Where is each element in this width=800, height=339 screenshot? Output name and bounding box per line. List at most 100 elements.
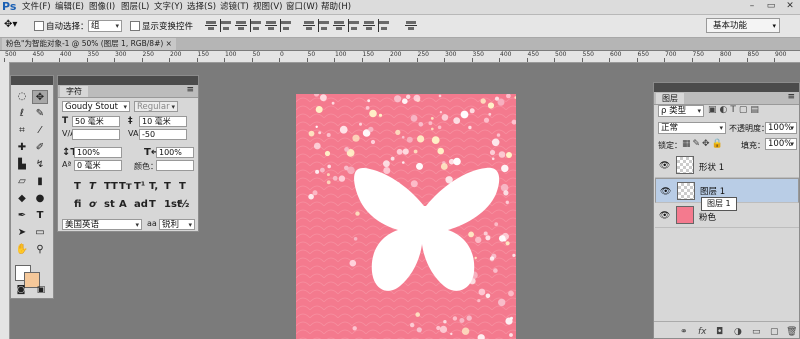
visibility-eye-icon[interactable]: 👁 [659, 161, 670, 171]
blend-mode-select[interactable]: 正常 ▾ [658, 122, 726, 134]
antialias-select[interactable]: 锐利 ▾ [159, 219, 195, 230]
layer-filter-select[interactable]: ρ 类型 ▾ [658, 105, 704, 117]
tab-character[interactable]: 字符 [60, 86, 88, 97]
visibility-eye-icon[interactable]: 👁 [659, 211, 670, 221]
menu-image[interactable]: 图像(I) [89, 0, 115, 14]
horizontal-scale-input[interactable]: 100% [156, 147, 194, 158]
opentype-button[interactable]: A [119, 199, 127, 210]
align-icon[interactable] [348, 19, 360, 32]
font-family-select[interactable]: Goudy Stout ▾ [62, 101, 130, 112]
adjustment-icon[interactable]: ◑ [734, 327, 742, 337]
align-icon[interactable] [205, 19, 217, 32]
clone-stamp-icon[interactable]: ▙ [14, 158, 30, 172]
crop-tool-icon[interactable]: ⌗ [14, 124, 30, 138]
close-icon[interactable]: ✕ [782, 1, 798, 12]
dodge-tool-icon[interactable]: ● [32, 192, 48, 206]
menu-window[interactable]: 窗口(W) [286, 0, 318, 14]
healing-brush-icon[interactable]: ✚ [14, 141, 30, 155]
opentype-button[interactable]: ơ [89, 199, 96, 210]
fx-icon[interactable]: fx [698, 327, 707, 337]
eyedropper-icon[interactable]: ⁄ [32, 124, 48, 138]
align-icon[interactable] [220, 19, 232, 32]
type-style-button[interactable]: T [89, 181, 96, 192]
move-tool-icon[interactable]: ✥ [32, 90, 48, 104]
font-size-input[interactable]: 50 毫米 [72, 116, 120, 127]
link-icon[interactable]: ⚭ [680, 327, 688, 337]
auto-select-dropdown[interactable]: 组 ▾ [88, 20, 122, 32]
document-canvas[interactable] [296, 94, 516, 339]
quick-select-icon[interactable]: ✎ [32, 107, 48, 121]
zoom-tool-icon[interactable]: ⚲ [32, 243, 48, 257]
panel-menu-icon[interactable]: ≡ [787, 92, 795, 102]
lock-icons[interactable]: ▦✎✥🔒 [682, 139, 725, 149]
blur-tool-icon[interactable]: ◆ [14, 192, 30, 206]
gradient-tool-icon[interactable]: ▮ [32, 175, 48, 189]
workspace-switcher[interactable]: 基本功能 ▾ [706, 18, 780, 33]
brush-tool-icon[interactable]: ✐ [32, 141, 48, 155]
opentype-button[interactable]: T [149, 199, 156, 210]
type-style-button[interactable]: TT [104, 181, 118, 192]
menu-select[interactable]: 选择(S) [187, 0, 216, 14]
text-color-swatch[interactable] [156, 160, 194, 171]
screen-mode-icon[interactable]: ▣ [33, 283, 49, 297]
kerning-input[interactable] [72, 129, 120, 140]
auto-select-checkbox[interactable] [34, 21, 44, 31]
quick-mask-icon[interactable]: ◙ [13, 283, 29, 297]
align-icon[interactable] [250, 19, 262, 32]
shape-tool-icon[interactable]: ▭ [32, 226, 48, 240]
filter-icons[interactable]: ▣◐T▢▤ [708, 105, 762, 115]
lasso-tool-icon[interactable]: ℓ [14, 107, 30, 121]
maximize-icon[interactable]: ▭ [763, 1, 779, 12]
opentype-button[interactable]: ½ [179, 199, 189, 210]
align-icon[interactable] [363, 19, 375, 32]
opentype-button[interactable]: st [104, 199, 115, 210]
align-icon[interactable] [235, 19, 247, 32]
baseline-shift-input[interactable]: 0 毫米 [74, 160, 122, 171]
type-tool-icon[interactable]: T [32, 209, 48, 223]
menu-file[interactable]: 文件(F) [22, 0, 51, 14]
opentype-button[interactable]: ad [134, 199, 148, 210]
leading-input[interactable]: 10 毫米 [139, 116, 187, 127]
type-style-button[interactable]: T [179, 181, 186, 192]
tab-layers[interactable]: 图层 [656, 93, 684, 104]
pen-tool-icon[interactable]: ✒ [14, 209, 30, 223]
eraser-tool-icon[interactable]: ▱ [14, 175, 30, 189]
layer-row-shape[interactable]: 👁 形状 1 [655, 153, 799, 178]
document-tab[interactable]: 粉色"为智能对象-1 @ 50% (图层 1, RGB/8#) × [2, 38, 176, 50]
type-style-button[interactable]: Tт [119, 181, 132, 192]
menu-type[interactable]: 文字(Y) [154, 0, 183, 14]
menu-edit[interactable]: 编辑(E) [55, 0, 84, 14]
panel-menu-icon[interactable]: ≡ [186, 85, 194, 95]
menu-filter[interactable]: 滤镜(T) [220, 0, 249, 14]
align-icon[interactable] [405, 19, 417, 32]
history-brush-icon[interactable]: ↯ [32, 158, 48, 172]
type-style-button[interactable]: T [74, 181, 81, 192]
menu-view[interactable]: 视图(V) [253, 0, 282, 14]
opacity-input[interactable]: 100% ▾ [765, 122, 797, 134]
show-transform-checkbox[interactable] [130, 21, 140, 31]
visibility-eye-icon[interactable]: 👁 [660, 187, 671, 198]
tracking-input[interactable]: -50 [139, 129, 187, 140]
new-layer-icon[interactable]: ▢ [770, 327, 779, 337]
trash-icon[interactable]: 🗑 [786, 327, 797, 337]
align-icon[interactable] [280, 19, 292, 32]
align-icon[interactable] [378, 19, 390, 32]
align-icon[interactable] [303, 19, 315, 32]
folder-icon[interactable]: ▭ [752, 327, 761, 337]
opentype-button[interactable]: fi [74, 199, 81, 210]
mask-icon[interactable]: ◘ [716, 327, 723, 337]
menu-help[interactable]: 帮助(H) [321, 0, 351, 14]
hand-tool-icon[interactable]: ✋ [14, 243, 30, 257]
vertical-scale-input[interactable]: 100% [74, 147, 122, 158]
type-style-button[interactable]: T¹ [134, 181, 145, 192]
type-style-button[interactable]: T [164, 181, 171, 192]
fill-input[interactable]: 100% ▾ [765, 138, 797, 150]
font-style-select[interactable]: Regular ▾ [134, 101, 178, 112]
menu-layer[interactable]: 图层(L) [121, 0, 149, 14]
type-style-button[interactable]: T, [149, 181, 158, 192]
align-icon[interactable] [265, 19, 277, 32]
align-icon[interactable] [333, 19, 345, 32]
align-icon[interactable] [318, 19, 330, 32]
minimize-icon[interactable]: – [744, 1, 760, 12]
language-select[interactable]: 美国英语 ▾ [62, 219, 142, 230]
